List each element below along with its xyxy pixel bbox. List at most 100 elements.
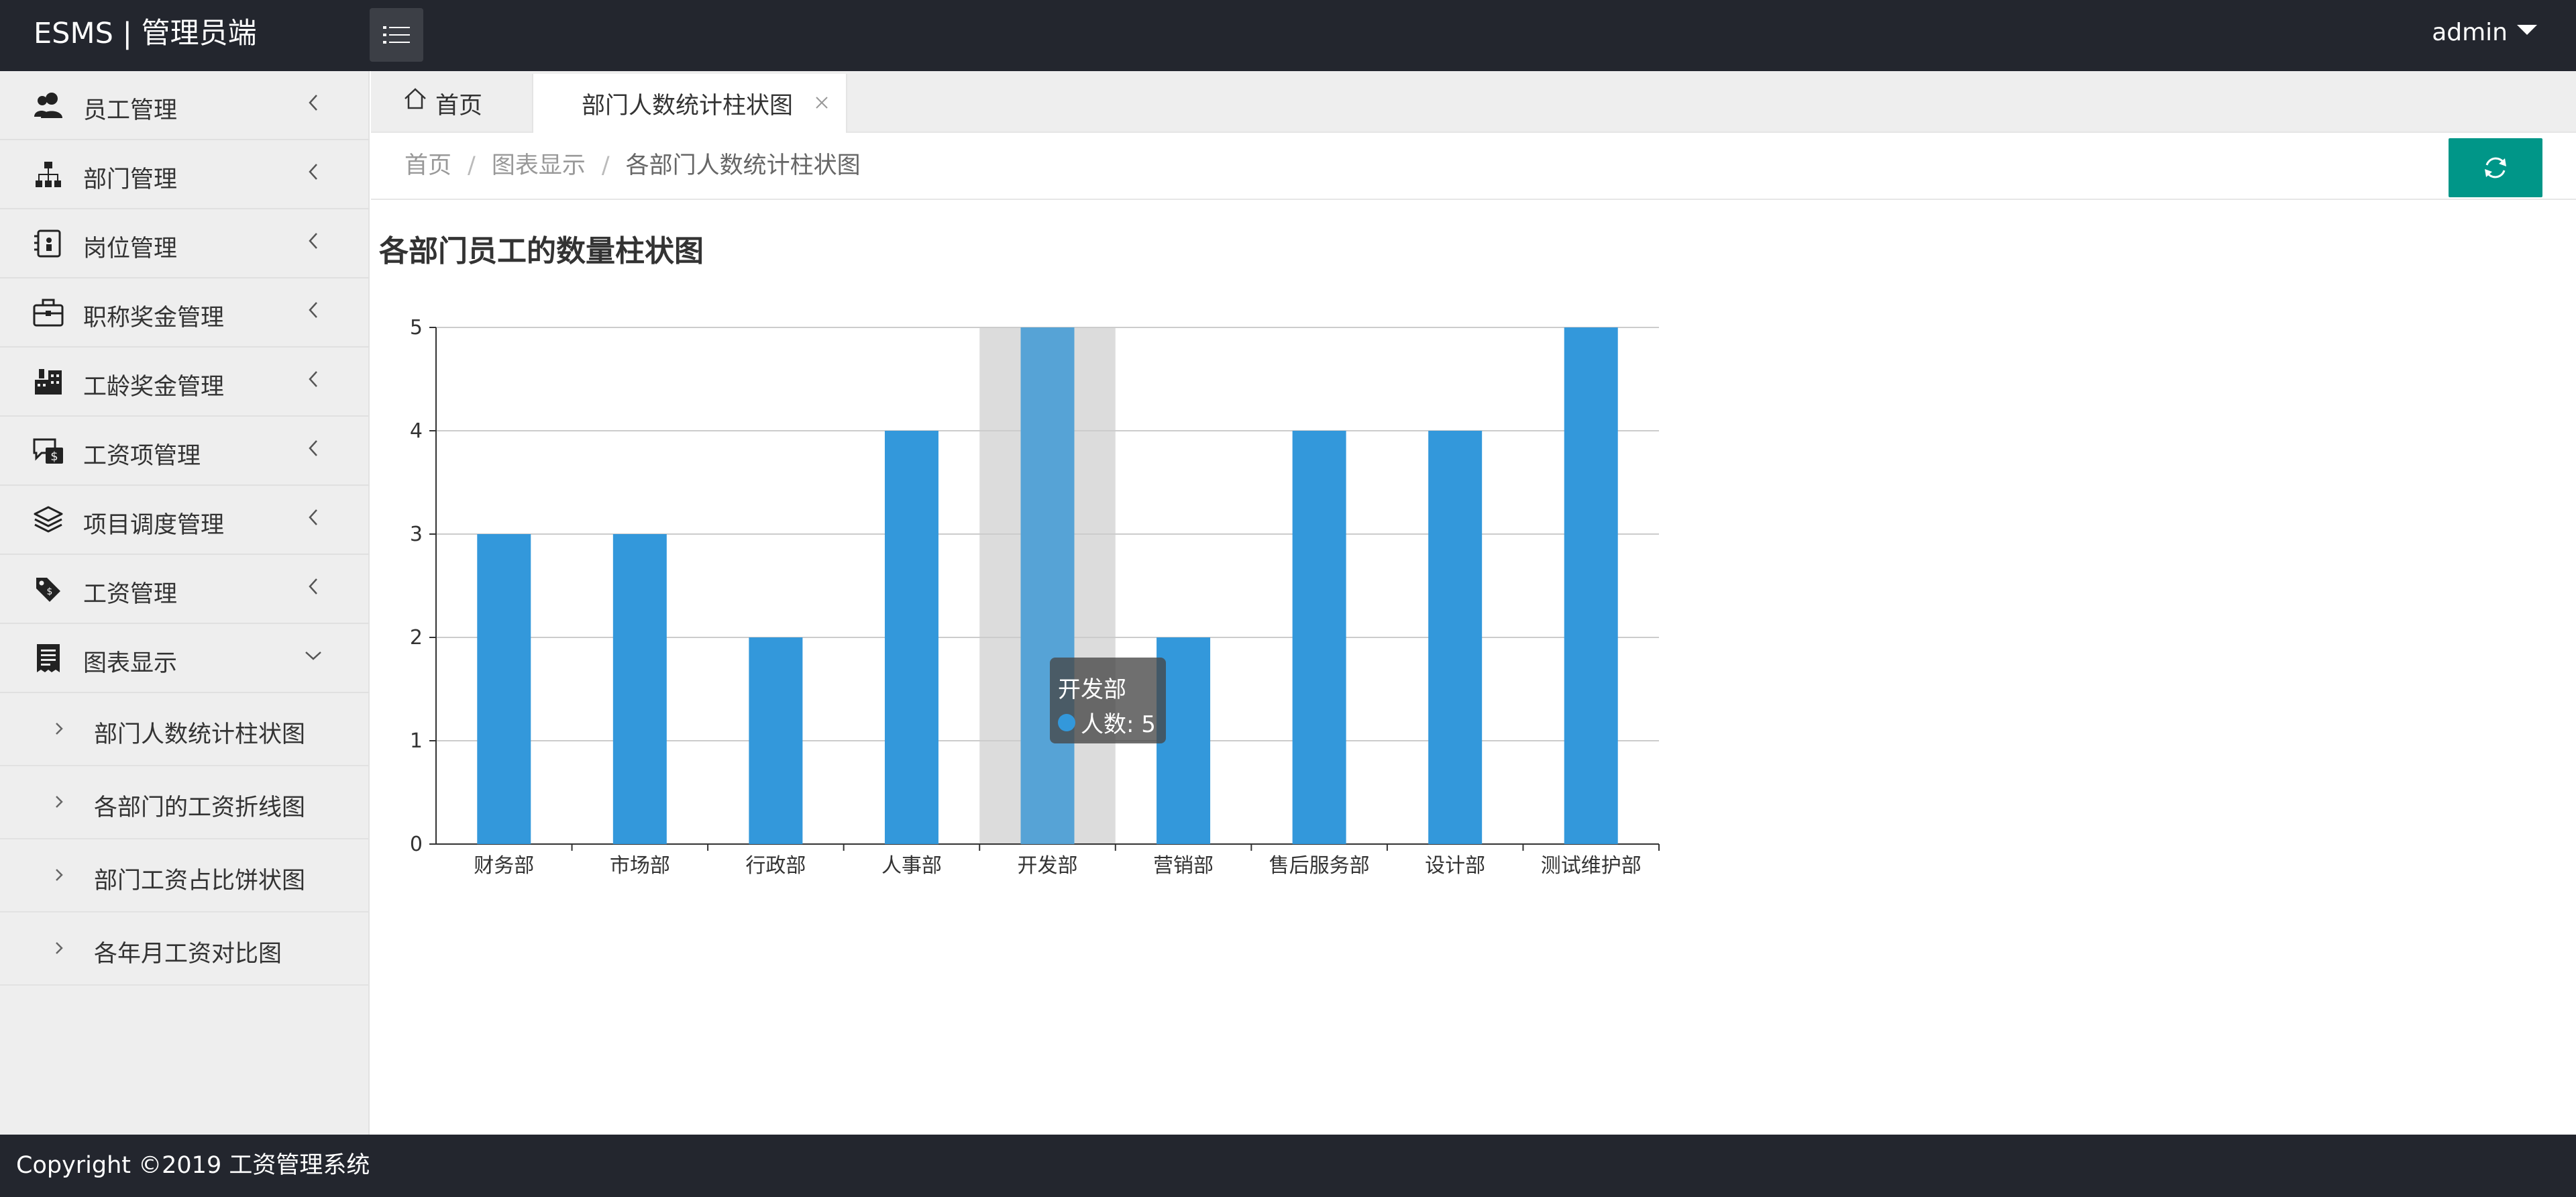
submenu-item-label: 部门工资占比饼状图 bbox=[94, 868, 306, 894]
sidebar: 员工管理 部门管理 岗位管理 职称奖金管理 工龄奖金管理 $ 工资项管理 项目调… bbox=[0, 71, 370, 1135]
submenu-item-dept-salary-line[interactable]: 各部门的工资折线图 bbox=[0, 766, 370, 839]
y-tick-label: 2 bbox=[410, 626, 423, 649]
list-icon bbox=[383, 26, 410, 44]
svg-text:$: $ bbox=[47, 586, 53, 597]
chevron-left-icon bbox=[303, 93, 323, 113]
sidebar-item-department[interactable]: 部门管理 bbox=[0, 140, 370, 209]
chevron-left-icon bbox=[303, 300, 323, 320]
submenu-item-label: 各部门的工资折线图 bbox=[94, 794, 306, 821]
x-tick-label: 营销部 bbox=[1153, 854, 1214, 878]
sidebar-item-salary-item[interactable]: $ 工资项管理 bbox=[0, 417, 370, 486]
footer-copyright: Copyright ©2019 工资管理系统 bbox=[16, 1152, 370, 1179]
chevron-left-icon bbox=[303, 369, 323, 389]
submenu-item-label: 部门人数统计柱状图 bbox=[94, 721, 306, 748]
building-icon bbox=[31, 364, 66, 399]
x-tick-label: 财务部 bbox=[474, 854, 534, 878]
sidebar-item-label: 项目调度管理 bbox=[83, 512, 225, 539]
chevron-left-icon bbox=[303, 576, 323, 596]
bar-chart[interactable]: 012345财务部 市场部 行政部 人事部 开发部 营销部 售后服务部 设计部 测试维护部 bbox=[371, 289, 1713, 892]
sidebar-item-employee[interactable]: 员工管理 bbox=[0, 71, 370, 140]
x-tick-label: 开发部 bbox=[1018, 854, 1078, 878]
submenu-item-dept-salary-pie[interactable]: 部门工资占比饼状图 bbox=[0, 839, 370, 913]
chevron-right-icon bbox=[54, 866, 67, 886]
chart-tooltip: 开发部 人数: 5 bbox=[1050, 658, 1166, 743]
tooltip-value: 人数: 5 bbox=[1081, 711, 1156, 738]
breadcrumb-current: 各部门人数统计柱状图 bbox=[625, 152, 861, 179]
chevron-down-icon bbox=[303, 645, 323, 666]
tooltip-title: 开发部 bbox=[1058, 676, 1126, 703]
submenu-item-dept-headcount-bar[interactable]: 部门人数统计柱状图 bbox=[0, 693, 370, 766]
bar-2[interactable] bbox=[749, 637, 803, 844]
sidebar-item-title-bonus[interactable]: 职称奖金管理 bbox=[0, 278, 370, 348]
bar-4[interactable] bbox=[1020, 327, 1075, 844]
chevron-left-icon bbox=[303, 438, 323, 458]
x-tick-label: 市场部 bbox=[610, 854, 670, 878]
app-brand[interactable]: ESMS | 管理员端 bbox=[34, 0, 257, 71]
caret-down-icon bbox=[2517, 24, 2537, 35]
y-tick-label: 0 bbox=[410, 833, 423, 856]
y-tick-label: 5 bbox=[410, 316, 423, 340]
tab-home[interactable]: 首页 bbox=[402, 74, 549, 133]
footer: Copyright ©2019 工资管理系统 bbox=[0, 1135, 2576, 1197]
top-header: ESMS | 管理员端 admin bbox=[0, 0, 2576, 71]
breadcrumb: 首页 / 图表显示 / 各部门人数统计柱状图 bbox=[405, 133, 861, 200]
receipt-icon bbox=[31, 641, 66, 676]
home-icon bbox=[405, 88, 426, 109]
submenu-item-label: 各年月工资对比图 bbox=[94, 941, 282, 968]
tab-bar: 首页 部门人数统计柱状图 bbox=[371, 71, 2576, 133]
breadcrumb-home[interactable]: 首页 bbox=[405, 152, 451, 179]
chart-title: 各部门员工的数量柱状图 bbox=[379, 234, 704, 268]
chevron-left-icon bbox=[303, 231, 323, 251]
close-icon[interactable] bbox=[812, 92, 832, 112]
sidebar-item-salary[interactable]: $ 工资管理 bbox=[0, 555, 370, 624]
sidebar-item-project-schedule[interactable]: 项目调度管理 bbox=[0, 486, 370, 555]
chevron-left-icon bbox=[303, 162, 323, 182]
chevron-right-icon bbox=[54, 939, 67, 959]
bar-3[interactable] bbox=[884, 431, 938, 844]
sidebar-item-label: 职称奖金管理 bbox=[83, 305, 225, 331]
x-tick-label: 测试维护部 bbox=[1541, 854, 1642, 878]
sidebar-item-label: 图表显示 bbox=[83, 650, 178, 677]
tab-home-label: 首页 bbox=[435, 92, 483, 119]
bar-8[interactable] bbox=[1564, 327, 1618, 844]
briefcase-icon bbox=[31, 295, 66, 330]
sidebar-item-charts[interactable]: 图表显示 bbox=[0, 624, 370, 693]
org-chart-icon bbox=[31, 157, 66, 192]
username: admin bbox=[2432, 19, 2508, 46]
tab-active-label: 部门人数统计柱状图 bbox=[582, 92, 794, 119]
y-tick-label: 1 bbox=[410, 729, 423, 753]
breadcrumb-charts[interactable]: 图表显示 bbox=[492, 152, 586, 179]
sidebar-item-position[interactable]: 岗位管理 bbox=[0, 209, 370, 278]
bar-0[interactable] bbox=[477, 534, 531, 844]
badge-icon bbox=[31, 226, 66, 261]
user-group-icon bbox=[31, 88, 66, 123]
refresh-icon bbox=[2485, 157, 2506, 178]
sidebar-item-seniority-bonus[interactable]: 工龄奖金管理 bbox=[0, 348, 370, 417]
x-tick-label: 设计部 bbox=[1425, 854, 1485, 878]
y-tick-label: 4 bbox=[410, 419, 423, 443]
sidebar-item-label: 岗位管理 bbox=[83, 236, 178, 262]
layers-icon bbox=[31, 503, 66, 537]
submenu-item-yearly-salary-compare[interactable]: 各年月工资对比图 bbox=[0, 913, 370, 986]
svg-text:$: $ bbox=[50, 450, 58, 464]
refresh-button[interactable] bbox=[2449, 138, 2542, 197]
y-tick-label: 3 bbox=[410, 523, 423, 546]
bar-7[interactable] bbox=[1428, 431, 1483, 844]
tab-dept-headcount[interactable]: 部门人数统计柱状图 bbox=[532, 74, 847, 133]
x-tick-label: 售后服务部 bbox=[1269, 854, 1370, 878]
x-tick-label: 行政部 bbox=[745, 854, 806, 878]
price-tag-icon: $ bbox=[31, 572, 66, 607]
menu-toggle-button[interactable] bbox=[370, 8, 423, 62]
bar-1[interactable] bbox=[612, 534, 667, 844]
sidebar-item-label: 工资项管理 bbox=[83, 443, 201, 470]
x-tick-label: 人事部 bbox=[881, 854, 942, 878]
user-menu[interactable]: admin bbox=[2432, 0, 2537, 71]
bar-6[interactable] bbox=[1292, 431, 1346, 844]
breadcrumb-separator: / bbox=[468, 152, 476, 179]
sidebar-item-label: 工龄奖金管理 bbox=[83, 374, 225, 401]
breadcrumb-separator: / bbox=[601, 152, 610, 179]
sidebar-item-label: 工资管理 bbox=[83, 581, 178, 608]
chevron-left-icon bbox=[303, 507, 323, 527]
chevron-right-icon bbox=[54, 720, 67, 740]
chevron-right-icon bbox=[54, 793, 67, 813]
